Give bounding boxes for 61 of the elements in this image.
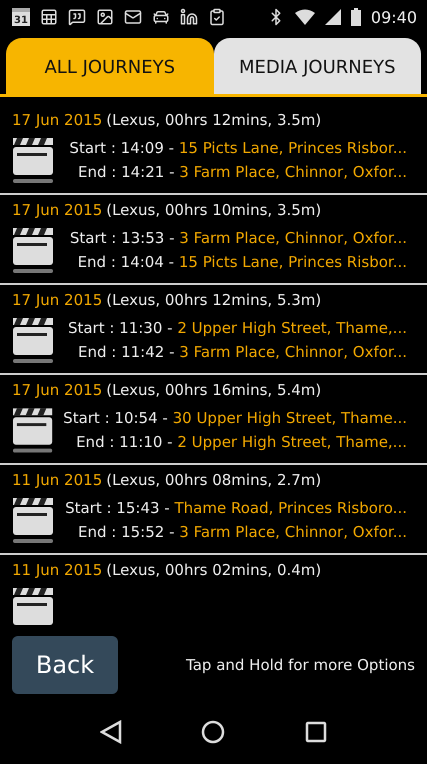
start-place: 30 Upper High Street, Thame... (172, 409, 407, 427)
end-time: End : 14:04 - (78, 253, 176, 271)
journey-item[interactable]: 17 Jun 2015 (Lexus, 00hrs 12mins, 5.3m) Start : 11:30 - 2 Upper High Street, Thame,... End : 11:42 - 3 Farm Place, Chinnor, Oxfor... (0, 285, 427, 375)
car-icon (152, 8, 170, 26)
journey-item[interactable]: 17 Jun 2015 (Lexus, 00hrs 16mins, 5.4m) Start : 10:54 - 30 Upper High Street, Thame... End : 11:10 - 2 Upper High Street, Thame,... (0, 375, 427, 465)
calendar-icon: 31 (12, 8, 30, 26)
recents-nav-icon[interactable] (305, 721, 328, 743)
tab[interactable]: MEDIA JOURNEYS (214, 38, 421, 94)
journey-summary: (Lexus, 00hrs 16mins, 5.4m) (106, 381, 322, 399)
journey-summary: (Lexus, 00hrs 08mins, 2.7m) (106, 471, 322, 489)
wifi-icon (294, 9, 315, 25)
start-time: Start : 14:09 - (69, 139, 176, 157)
journey-summary: (Lexus, 00hrs 02mins, 0.4m) (106, 561, 322, 579)
signal-icon (324, 9, 341, 25)
start-place: 3 Farm Place, Chinnor, Oxfor... (179, 229, 407, 247)
end-place: 15 Picts Lane, Princes Risbor... (178, 253, 407, 271)
chat-icon (68, 8, 86, 26)
journey-date: 11 Jun 2015 (12, 471, 102, 489)
end-time: End : 14:21 - (78, 163, 176, 181)
journey-item[interactable]: 11 Jun 2015 (Lexus, 00hrs 08mins, 2.7m) Start : 15:43 - Thame Road, Princes Risboro... End : 15:52 - 3 Farm Place, Chinnor, Oxfor... (0, 465, 427, 555)
back-nav-icon[interactable] (100, 720, 122, 744)
journey-date: 17 Jun 2015 (12, 381, 102, 399)
journey-date: 17 Jun 2015 (12, 111, 102, 129)
journey-summary: (Lexus, 00hrs 12mins, 5.3m) (106, 291, 322, 309)
back-button[interactable]: Back (12, 636, 118, 694)
mail-icon (124, 8, 142, 26)
end-place: 3 Farm Place, Chinnor, Oxfor... (179, 343, 407, 361)
start-place: 2 Upper High Street, Thame,... (177, 319, 407, 337)
journey-summary: (Lexus, 00hrs 10mins, 3.5m) (106, 201, 322, 219)
clapperboard-icon (12, 226, 54, 274)
start-time: Start : 15:43 - (65, 499, 171, 517)
end-time: End : 11:10 - (76, 433, 174, 451)
start-time: Start : 13:53 - (70, 229, 176, 247)
end-time: End : 11:42 - (78, 343, 176, 361)
clipboard-icon (208, 8, 226, 26)
tab[interactable]: ALL JOURNEYS (6, 38, 214, 94)
end-place: 3 Farm Place, Chinnor, Oxfor... (179, 163, 407, 181)
start-place: Thame Road, Princes Risboro... (174, 499, 407, 517)
start-place: 15 Picts Lane, Princes Risbor... (178, 139, 407, 157)
start-time: Start : 11:30 - (68, 319, 174, 337)
clapperboard-icon (12, 316, 54, 364)
journey-date: 17 Jun 2015 (12, 291, 102, 309)
clapperboard-icon (12, 496, 54, 544)
end-time: End : 15:52 - (78, 523, 176, 541)
journey-date: 11 Jun 2015 (12, 561, 102, 579)
clock-time: 09:40 (370, 8, 417, 26)
table-icon (40, 8, 58, 26)
home-nav-icon[interactable] (201, 720, 226, 744)
journey-date: 17 Jun 2015 (12, 201, 102, 219)
end-place: 2 Upper High Street, Thame,... (177, 433, 407, 451)
start-time: Start : 10:54 - (63, 409, 169, 427)
clapperboard-icon (12, 136, 54, 184)
hint-text: Tap and Hold for more Options (186, 656, 415, 674)
journey-item[interactable]: 17 Jun 2015 (Lexus, 00hrs 10mins, 3.5m) Start : 13:53 - 3 Farm Place, Chinnor, Oxfor... End : 14:04 - 15 Picts Lane, Princes Risbor... (0, 195, 427, 285)
end-place: 3 Farm Place, Chinnor, Oxfor... (179, 523, 407, 541)
clapperboard-icon (12, 406, 54, 454)
battery-icon (350, 8, 361, 26)
journey-summary: (Lexus, 00hrs 12mins, 3.5m) (106, 111, 322, 129)
journey-item[interactable]: 17 Jun 2015 (Lexus, 00hrs 12mins, 3.5m) Start : 14:09 - 15 Picts Lane, Princes Risbor... End : 14:21 - 3 Farm Place, Chinnor, Oxfor... (0, 105, 427, 195)
image-icon (96, 8, 114, 26)
linkedin-icon (180, 8, 198, 26)
